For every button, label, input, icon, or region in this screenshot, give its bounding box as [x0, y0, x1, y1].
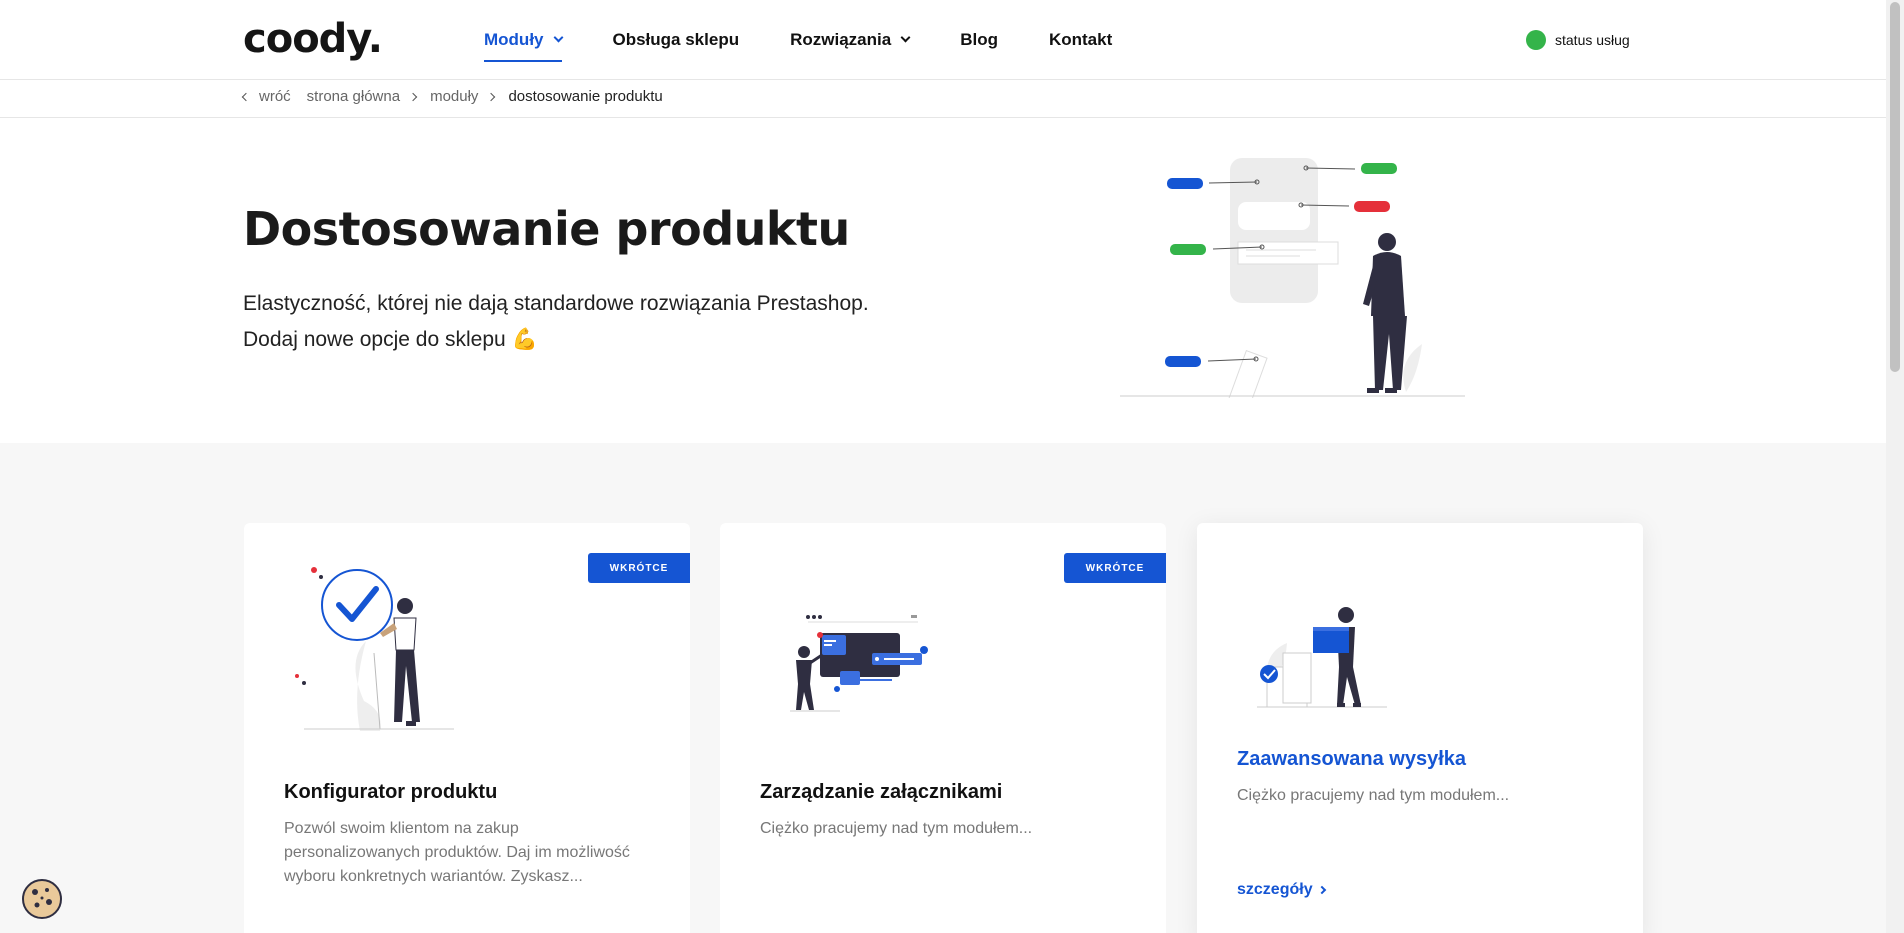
coming-soon-badge: WKRÓTCE — [588, 553, 690, 583]
chevron-right-icon — [487, 92, 496, 101]
nav-label: Moduły — [484, 30, 544, 49]
nav-item-moduly[interactable]: Moduły — [484, 30, 563, 62]
card-title[interactable]: Zaawansowana wysyłka — [1237, 748, 1466, 771]
scrollbar-thumb[interactable] — [1890, 2, 1900, 372]
nav-item-kontakt[interactable]: Kontakt — [1049, 30, 1112, 50]
card-description: Ciężko pracujemy nad tym modułem... — [1237, 787, 1510, 804]
card-title[interactable]: Konfigurator produktu — [284, 781, 497, 804]
product-customization-illustration — [1120, 158, 1465, 398]
module-card-zalaczniki[interactable]: WKRÓTCE Zarządzanie załącznikami Ciężko … — [720, 523, 1166, 933]
chevron-down-icon — [900, 32, 911, 43]
cookie-settings-icon[interactable] — [21, 878, 63, 920]
status-label: status usług — [1555, 32, 1630, 48]
nav-item-blog[interactable]: Blog — [960, 30, 998, 50]
module-card-wysylka[interactable]: Zaawansowana wysyłka Ciężko pracujemy na… — [1197, 523, 1643, 933]
breadcrumb-modules[interactable]: moduły — [430, 88, 478, 105]
details-label: szczegóły — [1237, 881, 1313, 898]
page-title: Dostosowanie produktu — [243, 202, 850, 256]
chevron-right-icon — [408, 92, 418, 101]
shipping-illustration — [1257, 607, 1387, 708]
status-dot-icon — [1526, 30, 1546, 50]
coming-soon-badge: WKRÓTCE — [1064, 553, 1166, 583]
main-nav: Moduły Obsługa sklepu Rozwiązania Blog K… — [484, 0, 1163, 80]
card-description: Pozwól swoim klientom na zakup personali… — [284, 820, 630, 885]
nav-item-obsluga-sklepu[interactable]: Obsługa sklepu — [613, 30, 740, 50]
hero-subtitle-line2: Dodaj nowe opcje do sklepu 💪 — [243, 328, 538, 351]
hero-subtitle-line1: Elastyczność, której nie dają standardow… — [243, 292, 869, 315]
breadcrumb-home[interactable]: strona główna — [307, 88, 400, 105]
attachments-illustration — [790, 615, 928, 712]
hero-section: Dostosowanie produktu Elastyczność, któr… — [0, 118, 1886, 443]
chevron-right-icon — [1317, 885, 1326, 895]
breadcrumb-back[interactable]: wróć — [259, 88, 291, 105]
breadcrumb-current: dostosowanie produktu — [508, 88, 663, 105]
card-description: Ciężko pracujemy nad tym modułem... — [760, 820, 1033, 837]
card-title[interactable]: Zarządzanie załącznikami — [760, 781, 1002, 804]
checkmark-person-illustration — [295, 567, 454, 731]
site-header: coody. Moduły Obsługa sklepu Rozwiązania… — [0, 0, 1886, 80]
page-scrollbar[interactable] — [1886, 0, 1904, 933]
details-link[interactable]: szczegóły — [1237, 881, 1326, 899]
chevron-down-icon — [553, 32, 563, 43]
hero-subtitle: Elastyczność, której nie dają standardow… — [243, 286, 943, 358]
nav-label: Rozwiązania — [790, 30, 892, 49]
modules-section: WKRÓTCE Konfigurator produktu Pozwól swo… — [0, 443, 1886, 933]
module-card-konfigurator[interactable]: WKRÓTCE Konfigurator produktu Pozwól swo… — [244, 523, 690, 933]
breadcrumb: wróć strona główna moduły dostosowanie p… — [0, 80, 1886, 118]
service-status-link[interactable]: status usług — [1526, 30, 1630, 50]
chevron-left-icon — [241, 92, 251, 101]
nav-label: Obsługa sklepu — [612, 30, 740, 49]
nav-item-rozwiazania[interactable]: Rozwiązania — [790, 30, 911, 50]
nav-label: Kontakt — [1048, 30, 1113, 49]
logo[interactable]: coody. — [243, 16, 383, 62]
nav-label: Blog — [960, 30, 998, 49]
